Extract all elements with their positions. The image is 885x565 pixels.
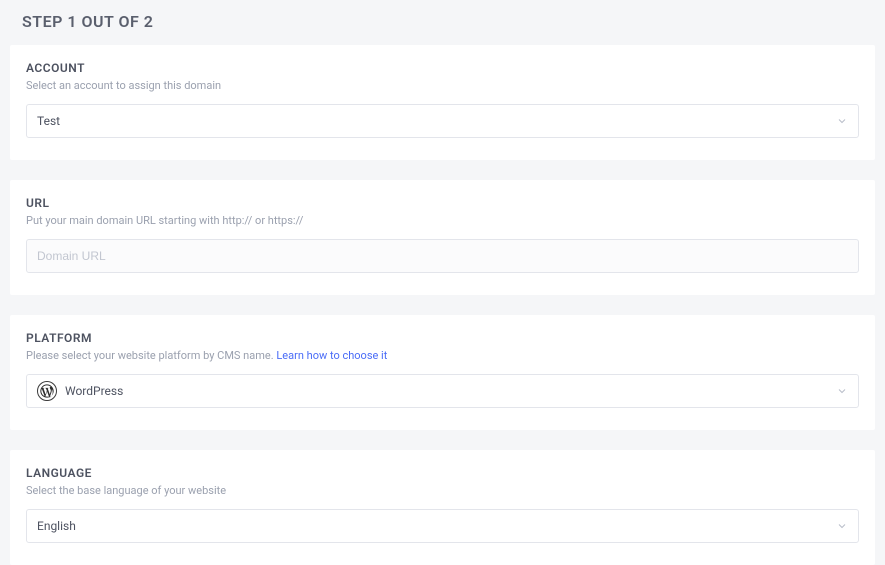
url-section-title: URL: [26, 196, 859, 210]
platform-section-title: PLATFORM: [26, 331, 859, 345]
account-select-value: Test: [37, 114, 836, 128]
language-card: LANGUAGE Select the base language of you…: [10, 450, 875, 565]
chevron-down-icon: [836, 385, 848, 397]
language-select-value: English: [37, 519, 836, 533]
language-select[interactable]: English: [26, 509, 859, 543]
account-card: ACCOUNT Select an account to assign this…: [10, 45, 875, 160]
url-section-desc: Put your main domain URL starting with h…: [26, 214, 859, 227]
url-input[interactable]: [26, 239, 859, 273]
platform-select-value: WordPress: [65, 384, 836, 398]
chevron-down-icon: [836, 115, 848, 127]
chevron-down-icon: [836, 520, 848, 532]
platform-card: PLATFORM Please select your website plat…: [10, 315, 875, 430]
wordpress-icon: [37, 381, 57, 401]
account-section-desc: Select an account to assign this domain: [26, 79, 859, 92]
url-card: URL Put your main domain URL starting wi…: [10, 180, 875, 295]
platform-section-desc: Please select your website platform by C…: [26, 349, 859, 362]
account-section-title: ACCOUNT: [26, 61, 859, 75]
page-title: STEP 1 OUT OF 2: [0, 0, 885, 45]
learn-how-link[interactable]: Learn how to choose it: [276, 349, 387, 362]
account-select[interactable]: Test: [26, 104, 859, 138]
language-section-desc: Select the base language of your website: [26, 484, 859, 497]
language-section-title: LANGUAGE: [26, 466, 859, 480]
platform-select[interactable]: WordPress: [26, 374, 859, 408]
platform-desc-text: Please select your website platform by C…: [26, 349, 276, 362]
